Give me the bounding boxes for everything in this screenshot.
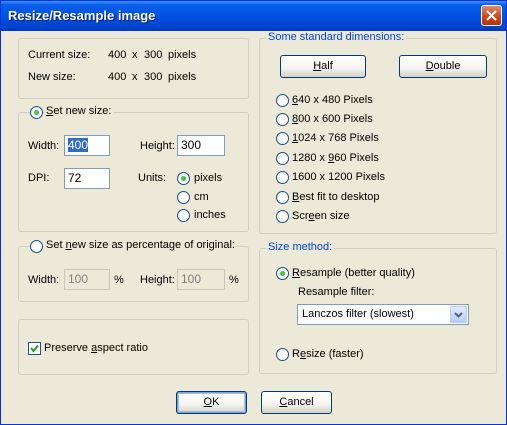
half-button[interactable]: Half [280, 55, 366, 78]
title-bar[interactable]: Resize/Resample image [1, 1, 506, 31]
percentage-label[interactable]: Set new size as percentage of original: [44, 239, 237, 251]
double-button[interactable]: Double [399, 55, 487, 78]
percentage-group: Set new size as percentage of original: … [18, 239, 249, 302]
preset-radio-640[interactable] [276, 94, 289, 107]
preset-label-1600[interactable]: 1600 x 1200 Pixels [292, 171, 385, 183]
resample-filter-label: Resample filter: [298, 286, 375, 298]
close-icon [486, 10, 497, 21]
preset-radio-800[interactable] [276, 113, 289, 126]
preserve-aspect-checkbox[interactable] [28, 342, 41, 355]
resample-filter-dropdown[interactable]: Lanczos filter (slowest) [297, 304, 469, 325]
set-new-size-radio[interactable] [30, 106, 43, 119]
close-button[interactable] [481, 5, 502, 26]
unit-label-inches[interactable]: inches [194, 209, 226, 221]
percent-height-unit: % [229, 274, 239, 286]
height-input[interactable]: 300 [177, 135, 225, 156]
aspect-group: Preserve aspect ratio [18, 319, 249, 375]
current-x-separator: x [132, 49, 138, 61]
percent-width-input[interactable]: 100 [64, 269, 110, 290]
resample-radio[interactable] [276, 267, 289, 280]
preset-radio-screen[interactable] [276, 210, 289, 223]
new-width-value: 400 [108, 71, 127, 83]
percentage-radio[interactable] [30, 240, 43, 253]
unit-radio-cm[interactable] [177, 191, 190, 204]
dpi-label: DPI: [28, 172, 50, 184]
preset-radio-1024[interactable] [276, 132, 289, 145]
standard-dimensions-group: Some standard dimensions: Half Double 64… [259, 31, 497, 234]
percent-height-label: Height: [140, 274, 175, 286]
percent-width-unit: % [114, 274, 124, 286]
current-unit: pixels [168, 49, 197, 61]
unit-label-pixels[interactable]: pixels [194, 172, 222, 184]
preset-radio-1280[interactable] [276, 152, 289, 165]
unit-radio-inches[interactable] [177, 209, 190, 222]
resize-radio[interactable] [276, 348, 289, 361]
resample-label[interactable]: Resample (better quality) [292, 267, 415, 279]
preset-label-1024[interactable]: 1024 x 768 Pixels [292, 132, 379, 144]
size-method-legend: Size method: [266, 241, 335, 253]
dpi-input[interactable]: 72 [64, 168, 110, 189]
new-height-value: 300 [144, 71, 163, 83]
window-title: Resize/Resample image [8, 8, 156, 23]
current-width-value: 400 [108, 49, 127, 61]
current-height-value: 300 [144, 49, 163, 61]
percent-height-input[interactable]: 100 [177, 269, 225, 290]
set-new-size-label[interactable]: Set new size: [44, 105, 114, 117]
ok-button[interactable]: OK [176, 391, 247, 414]
percent-width-label: Width: [28, 274, 60, 286]
checkmark-icon [30, 344, 39, 353]
cancel-button[interactable]: Cancel [261, 391, 332, 414]
dropdown-button[interactable] [450, 306, 467, 323]
unit-radio-pixels[interactable] [177, 172, 190, 185]
preset-label-best-fit[interactable]: Best fit to desktop [292, 191, 379, 203]
new-unit: pixels [168, 71, 197, 83]
preserve-aspect-label[interactable]: Preserve aspect ratio [44, 342, 148, 354]
resample-filter-value: Lanczos filter (slowest) [302, 308, 414, 320]
width-input-value: 400 [68, 138, 89, 152]
preset-label-screen[interactable]: Screen size [292, 210, 349, 222]
resize-label[interactable]: Resize (faster) [292, 348, 364, 360]
preset-label-800[interactable]: 800 x 600 Pixels [292, 113, 373, 125]
size-info-group: Current size: 400 x 300 pixels New size:… [18, 38, 249, 99]
new-x-separator: x [132, 71, 138, 83]
dialog-window: Resize/Resample image Current size: 400 … [0, 0, 507, 425]
preset-radio-1600[interactable] [276, 171, 289, 184]
current-size-label: Current size: [28, 49, 91, 61]
new-size-label: New size: [28, 71, 76, 83]
units-label: Units: [138, 172, 167, 184]
preset-label-640[interactable]: 640 x 480 Pixels [292, 94, 373, 106]
width-label: Width: [28, 140, 60, 152]
standard-dimensions-legend: Some standard dimensions: [266, 31, 407, 43]
preset-radio-best-fit[interactable] [276, 191, 289, 204]
unit-label-cm[interactable]: cm [194, 191, 209, 203]
chevron-down-icon [454, 312, 463, 318]
size-method-group: Size method: Resample (better quality) R… [259, 241, 497, 374]
height-label: Height: [140, 140, 175, 152]
width-input[interactable]: 400 [64, 135, 110, 156]
preset-label-1280[interactable]: 1280 x 960 Pixels [292, 152, 379, 164]
set-new-size-group: Set new size: Width: 400 Height: 300 DPI… [18, 105, 249, 232]
